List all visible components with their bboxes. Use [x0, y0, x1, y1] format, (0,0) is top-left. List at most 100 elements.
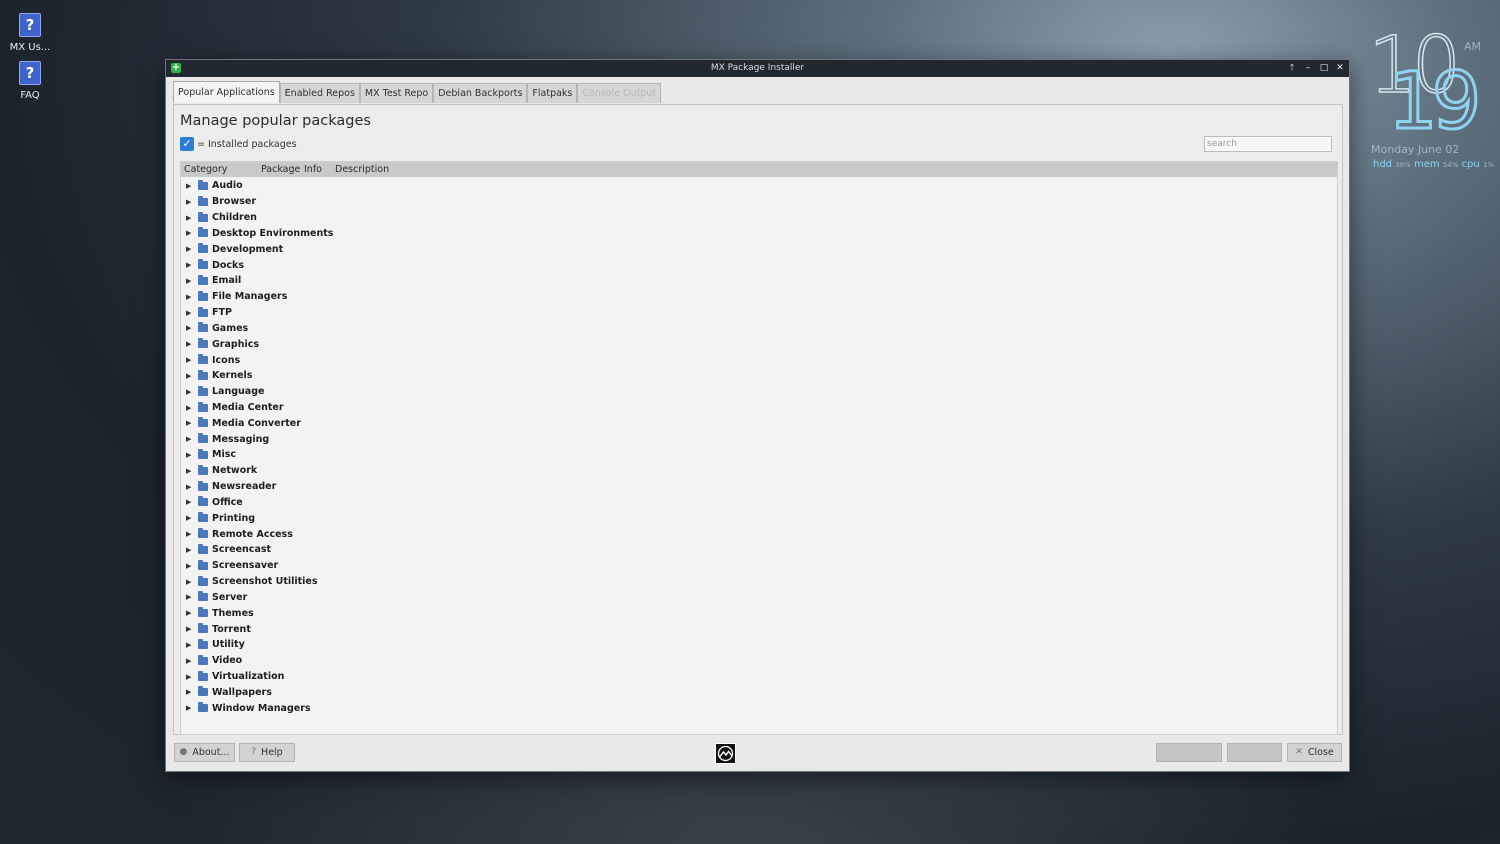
tree-row-category[interactable]: ▶ Themes: [181, 605, 1337, 621]
tab-popular-applications[interactable]: Popular Applications: [173, 81, 280, 103]
help-document-icon: ?: [19, 13, 41, 37]
expand-arrow-icon[interactable]: ▶: [186, 229, 195, 237]
expand-arrow-icon[interactable]: ▶: [186, 277, 195, 285]
tree-row-category[interactable]: ▶ Development: [181, 241, 1337, 257]
tab-enabled-repos[interactable]: Enabled Repos: [279, 83, 360, 103]
expand-arrow-icon[interactable]: ▶: [186, 245, 195, 253]
tab-debian-backports[interactable]: Debian Backports: [433, 83, 528, 103]
close-icon[interactable]: ✕: [1335, 60, 1345, 77]
about-button[interactable]: ● About...: [174, 743, 235, 762]
folder-icon: [198, 607, 208, 618]
tree-row-category[interactable]: ▶ Children: [181, 210, 1337, 226]
tree-row-category[interactable]: ▶ Virtualization: [181, 669, 1337, 685]
help-button[interactable]: ? Help: [239, 743, 295, 762]
tree-row-category[interactable]: ▶ Misc: [181, 447, 1337, 463]
tree-row-category[interactable]: ▶ Desktop Environments: [181, 225, 1337, 241]
search-input[interactable]: [1204, 136, 1332, 152]
tree-row-category[interactable]: ▶ Screencast: [181, 542, 1337, 558]
expand-arrow-icon[interactable]: ▶: [186, 641, 195, 649]
tree-row-category[interactable]: ▶ Screenshot Utilities: [181, 574, 1337, 590]
tree-row-category[interactable]: ▶ Newsreader: [181, 479, 1337, 495]
expand-arrow-icon[interactable]: ▶: [186, 435, 195, 443]
category-label: Email: [212, 275, 242, 287]
expand-arrow-icon[interactable]: ▶: [186, 419, 195, 427]
expand-arrow-icon[interactable]: ▶: [186, 324, 195, 332]
expand-arrow-icon[interactable]: ▶: [186, 625, 195, 633]
package-tree[interactable]: Category Package Info Description ▶ Audio…: [180, 161, 1338, 735]
expand-arrow-icon[interactable]: ▶: [186, 356, 195, 364]
column-header-package[interactable]: Package: [258, 162, 301, 177]
column-header-description[interactable]: Description: [332, 162, 389, 177]
expand-arrow-icon[interactable]: ▶: [186, 467, 195, 475]
expand-arrow-icon[interactable]: ▶: [186, 688, 195, 696]
window-titlebar[interactable]: + MX Package Installer 🡑 – □ ✕: [166, 60, 1349, 77]
tree-row-category[interactable]: ▶ Wallpapers: [181, 685, 1337, 701]
tree-row-category[interactable]: ▶ Utility: [181, 637, 1337, 653]
expand-arrow-icon[interactable]: ▶: [186, 657, 195, 665]
tree-row-category[interactable]: ▶ Audio: [181, 178, 1337, 194]
mx-logo-icon: [715, 743, 736, 764]
tree-row-category[interactable]: ▶ Graphics: [181, 336, 1337, 352]
tree-row-category[interactable]: ▶ Video: [181, 653, 1337, 669]
expand-arrow-icon[interactable]: ▶: [186, 404, 195, 412]
category-label: Games: [212, 322, 249, 334]
tree-row-category[interactable]: ▶ Media Center: [181, 400, 1337, 416]
expand-arrow-icon[interactable]: ▶: [186, 182, 195, 190]
column-header-info[interactable]: Info: [301, 162, 332, 177]
tree-row-category[interactable]: ▶ Network: [181, 463, 1337, 479]
desktop-icon-mx-user[interactable]: ? MX Us...: [0, 13, 60, 53]
tab-flatpaks[interactable]: Flatpaks: [527, 83, 578, 103]
stat-hdd-label: hdd: [1373, 159, 1393, 170]
tree-row-category[interactable]: ▶ Torrent: [181, 621, 1337, 637]
expand-arrow-icon[interactable]: ▶: [186, 530, 195, 538]
expand-arrow-icon[interactable]: ▶: [186, 562, 195, 570]
folder-icon: [198, 274, 208, 285]
tree-row-category[interactable]: ▶ Icons: [181, 352, 1337, 368]
tree-row-category[interactable]: ▶ Browser: [181, 194, 1337, 210]
tree-row-category[interactable]: ▶ Messaging: [181, 431, 1337, 447]
tree-row-category[interactable]: ▶ Screensaver: [181, 558, 1337, 574]
desktop-icon-faq[interactable]: ? FAQ: [0, 61, 60, 101]
tree-row-category[interactable]: ▶ Language: [181, 384, 1337, 400]
expand-arrow-icon[interactable]: ▶: [186, 593, 195, 601]
tree-row-category[interactable]: ▶ Games: [181, 320, 1337, 336]
tree-row-category[interactable]: ▶ File Managers: [181, 289, 1337, 305]
tree-row-category[interactable]: ▶ FTP: [181, 305, 1337, 321]
expand-arrow-icon[interactable]: ▶: [186, 451, 195, 459]
tree-row-category[interactable]: ▶ Printing: [181, 510, 1337, 526]
expand-arrow-icon[interactable]: ▶: [186, 293, 195, 301]
tree-row-category[interactable]: ▶ Window Managers: [181, 700, 1337, 716]
tree-row-category[interactable]: ▶ Remote Access: [181, 526, 1337, 542]
expand-arrow-icon[interactable]: ▶: [186, 704, 195, 712]
column-header-category[interactable]: Category: [181, 162, 258, 177]
expand-arrow-icon[interactable]: ▶: [186, 498, 195, 506]
expand-arrow-icon[interactable]: ▶: [186, 340, 195, 348]
minimize-icon[interactable]: –: [1303, 60, 1313, 77]
tab-mx-test-repo[interactable]: MX Test Repo: [359, 83, 434, 103]
expand-arrow-icon[interactable]: ▶: [186, 372, 195, 380]
expand-arrow-icon[interactable]: ▶: [186, 546, 195, 554]
expand-arrow-icon[interactable]: ▶: [186, 673, 195, 681]
folder-icon: [198, 623, 208, 634]
expand-arrow-icon[interactable]: ▶: [186, 388, 195, 396]
folder-icon: [198, 591, 208, 602]
expand-arrow-icon[interactable]: ▶: [186, 309, 195, 317]
tree-row-category[interactable]: ▶ Server: [181, 590, 1337, 606]
tree-row-category[interactable]: ▶ Media Converter: [181, 415, 1337, 431]
category-label: Browser: [212, 196, 257, 208]
category-label: Docks: [212, 259, 245, 271]
tree-row-category[interactable]: ▶ Docks: [181, 257, 1337, 273]
maximize-icon[interactable]: □: [1319, 60, 1329, 77]
expand-arrow-icon[interactable]: ▶: [186, 609, 195, 617]
expand-arrow-icon[interactable]: ▶: [186, 214, 195, 222]
close-button[interactable]: ✕ Close: [1287, 743, 1342, 762]
expand-arrow-icon[interactable]: ▶: [186, 198, 195, 206]
tree-row-category[interactable]: ▶ Office: [181, 495, 1337, 511]
expand-arrow-icon[interactable]: ▶: [186, 514, 195, 522]
expand-arrow-icon[interactable]: ▶: [186, 261, 195, 269]
keep-above-icon[interactable]: 🡑: [1287, 60, 1297, 77]
tree-row-category[interactable]: ▶ Kernels: [181, 368, 1337, 384]
tree-row-category[interactable]: ▶ Email: [181, 273, 1337, 289]
expand-arrow-icon[interactable]: ▶: [186, 578, 195, 586]
expand-arrow-icon[interactable]: ▶: [186, 483, 195, 491]
